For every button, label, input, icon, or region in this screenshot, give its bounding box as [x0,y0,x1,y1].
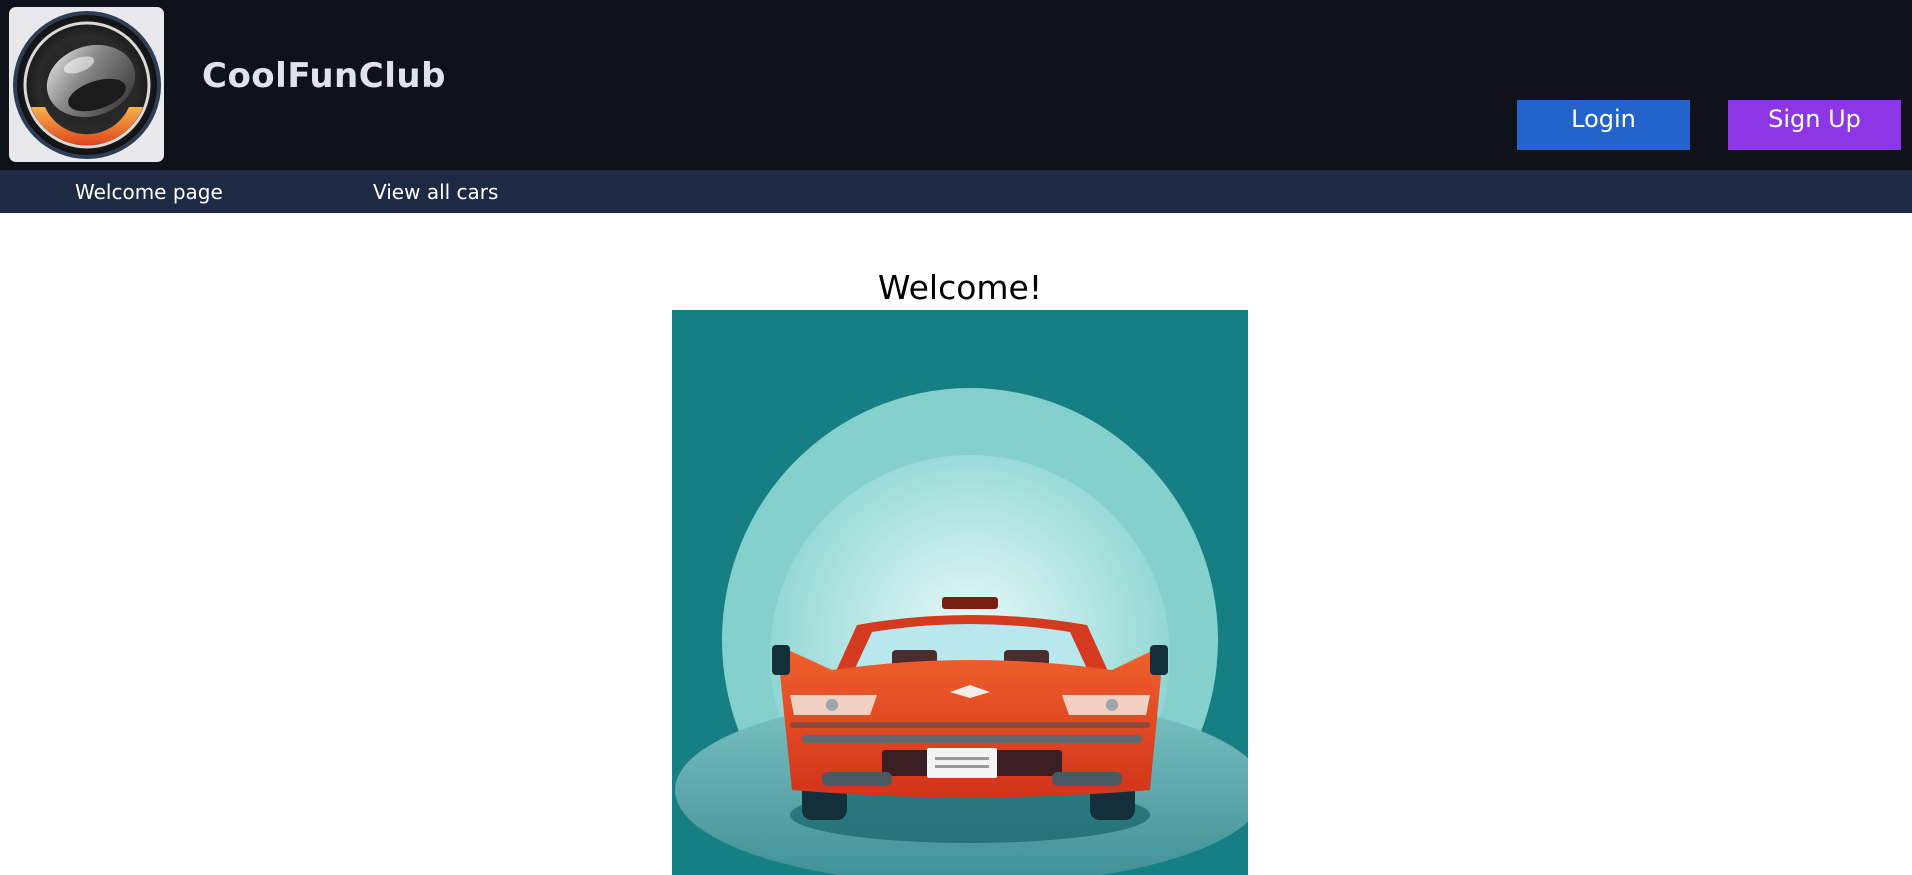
hero-car-image [672,310,1248,875]
nav-bar: Welcome page View all cars [0,170,1912,213]
wheel-logo-icon[interactable] [9,7,164,162]
site-header: CoolFunClub Login Sign Up [0,0,1912,170]
brand-name[interactable]: CoolFunClub [202,56,446,96]
nav-item-welcome-page[interactable]: Welcome page [75,180,223,204]
login-button[interactable]: Login [1517,100,1690,150]
page-title: Welcome! [877,268,1043,307]
nav-item-view-all-cars[interactable]: View all cars [373,180,498,204]
signup-button[interactable]: Sign Up [1728,100,1901,150]
